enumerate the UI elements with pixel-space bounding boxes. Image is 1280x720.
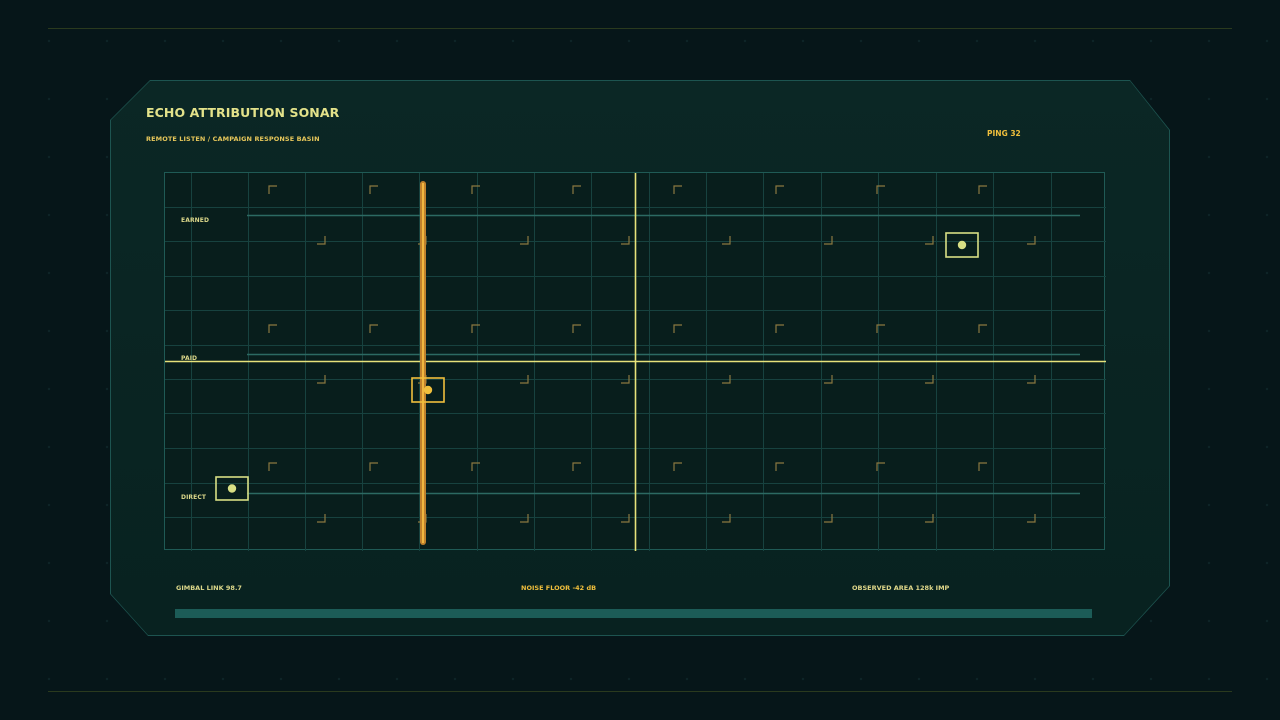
target-blip <box>227 484 237 493</box>
signal-bar <box>175 609 1092 618</box>
corner-bracket <box>621 236 630 245</box>
bottom-divider <box>48 691 1232 692</box>
target-paid[interactable] <box>411 377 445 403</box>
corner-bracket <box>722 236 731 245</box>
target-blip <box>423 385 433 395</box>
gimbal-link-readout: GIMBAL LINK 98.7 <box>176 584 242 592</box>
lane-label-earned: EARNED <box>181 217 210 224</box>
sonar-scope[interactable]: EARNED PAID DIRECT <box>164 172 1106 551</box>
corner-bracket <box>471 462 480 471</box>
corner-bracket <box>572 324 581 333</box>
sweep-beam[interactable] <box>420 181 426 545</box>
corner-bracket <box>673 462 682 471</box>
corner-bracket <box>369 185 378 194</box>
lane-label-direct: DIRECT <box>181 494 207 501</box>
corner-bracket <box>572 462 581 471</box>
corner-bracket <box>775 185 784 194</box>
panel-title: ECHO ATTRIBUTION SONAR <box>146 105 340 120</box>
signal-bar-fill <box>175 609 1092 618</box>
corner-bracket <box>775 324 784 333</box>
corner-bracket <box>369 462 378 471</box>
target-earned[interactable] <box>945 232 979 258</box>
corner-bracket <box>572 185 581 194</box>
corner-bracket <box>673 324 682 333</box>
top-divider <box>48 28 1232 29</box>
corner-bracket <box>369 324 378 333</box>
corner-bracket <box>978 324 987 333</box>
target-blip <box>957 240 967 250</box>
corner-bracket <box>317 236 326 245</box>
scope-canvas <box>165 173 1106 551</box>
corner-bracket <box>268 324 277 333</box>
corner-bracket <box>673 185 682 194</box>
corner-bracket <box>925 236 934 245</box>
ping-readout: PING 32 <box>987 129 1021 138</box>
lane-label-paid: PAID <box>181 355 198 362</box>
corner-bracket <box>1027 236 1036 245</box>
corner-bracket <box>824 236 833 245</box>
target-direct[interactable] <box>215 476 249 501</box>
panel-subtitle: REMOTE LISTEN / CAMPAIGN RESPONSE BASIN <box>146 135 320 143</box>
observed-area-readout: OBSERVED AREA 128k IMP <box>852 584 950 592</box>
sweep-beam-core <box>422 183 424 543</box>
corner-bracket <box>268 462 277 471</box>
sonar-screen: ECHO ATTRIBUTION SONAR REMOTE LISTEN / C… <box>0 0 1280 720</box>
noise-floor-readout: NOISE FLOOR -42 dB <box>521 584 597 592</box>
corner-bracket <box>978 462 987 471</box>
corner-bracket <box>268 185 277 194</box>
corner-bracket <box>471 324 480 333</box>
corner-bracket <box>775 462 784 471</box>
corner-bracket <box>520 236 529 245</box>
corner-bracket <box>978 185 987 194</box>
corner-bracket <box>471 185 480 194</box>
